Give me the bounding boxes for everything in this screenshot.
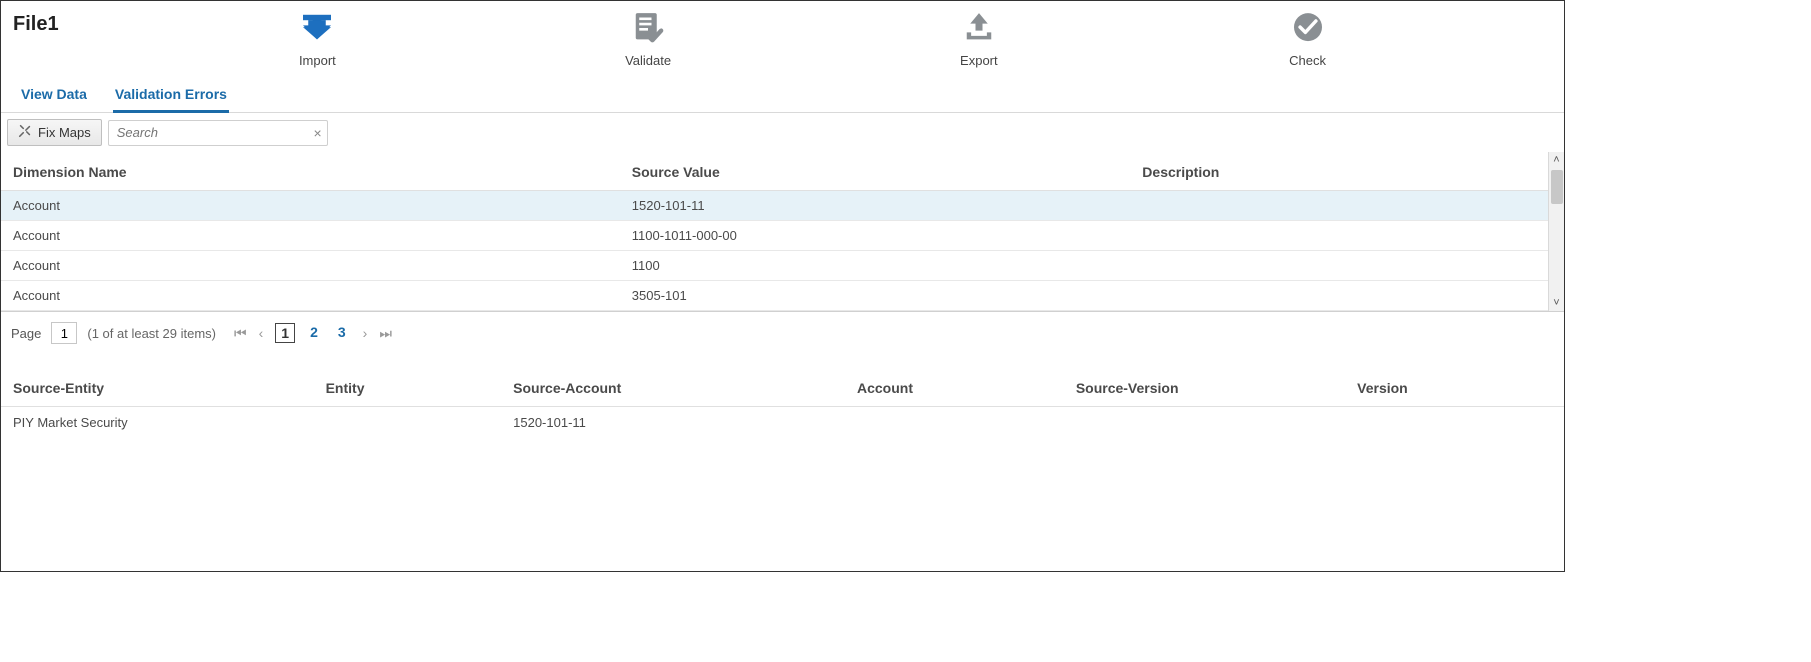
page-status: (1 of at least 29 items): [87, 326, 216, 341]
cell-source-entity: PIY Market Security: [1, 407, 314, 439]
validate-button[interactable]: Validate: [625, 9, 671, 68]
app-frame: File1 Import Validate: [0, 0, 1565, 572]
page-2[interactable]: 2: [305, 323, 323, 343]
cell-dimension: Account: [1, 191, 620, 221]
export-icon: [958, 9, 1000, 47]
prev-page-icon[interactable]: ‹: [259, 325, 264, 341]
table-row[interactable]: Account 1100-1011-000-00: [1, 221, 1548, 251]
page-1[interactable]: 1: [275, 323, 295, 343]
col-source-version[interactable]: Source-Version: [1064, 370, 1345, 407]
errors-table: Dimension Name Source Value Description …: [1, 152, 1548, 311]
scroll-up-icon[interactable]: ˄: [1551, 152, 1561, 168]
col-source-account[interactable]: Source-Account: [501, 370, 845, 407]
page-label: Page: [11, 326, 41, 341]
fix-maps-button[interactable]: Fix Maps: [7, 119, 102, 146]
search-wrap: ×: [108, 120, 328, 146]
col-description[interactable]: Description: [1130, 152, 1548, 191]
import-label: Import: [299, 53, 336, 68]
cell-desc: [1130, 251, 1548, 281]
cell-account: [845, 407, 1064, 439]
first-page-icon[interactable]: ⏮: [234, 325, 247, 342]
cell-desc: [1130, 191, 1548, 221]
cell-source: 3505-101: [620, 281, 1131, 311]
search-clear-icon[interactable]: ×: [314, 125, 322, 141]
vertical-scrollbar[interactable]: ˄ ˅: [1548, 152, 1564, 311]
errors-table-region: Dimension Name Source Value Description …: [1, 152, 1564, 312]
cell-source: 1100-1011-000-00: [620, 221, 1131, 251]
cell-desc: [1130, 281, 1548, 311]
export-label: Export: [960, 53, 998, 68]
cell-desc: [1130, 221, 1548, 251]
scroll-thumb[interactable]: [1551, 170, 1563, 204]
col-entity[interactable]: Entity: [314, 370, 502, 407]
tab-validation-errors[interactable]: Validation Errors: [113, 80, 229, 113]
cell-source-version: [1064, 407, 1345, 439]
cell-dimension: Account: [1, 251, 620, 281]
check-label: Check: [1289, 53, 1326, 68]
page-nav: ⏮ ‹ 1 2 3 › ⏭: [234, 323, 392, 343]
validate-label: Validate: [625, 53, 671, 68]
fix-maps-label: Fix Maps: [38, 125, 91, 140]
scroll-down-icon[interactable]: ˅: [1551, 295, 1561, 311]
cell-version: [1345, 407, 1564, 439]
top-row: File1 Import Validate: [1, 1, 1564, 68]
cell-dimension: Account: [1, 221, 620, 251]
table-row[interactable]: Account 1100: [1, 251, 1548, 281]
table-row[interactable]: PIY Market Security 1520-101-11: [1, 407, 1564, 439]
page-3[interactable]: 3: [333, 323, 351, 343]
search-input[interactable]: [108, 120, 328, 146]
check-icon: [1287, 9, 1329, 47]
validate-icon: [627, 9, 669, 47]
page-numbers: 1 2 3: [275, 323, 350, 343]
export-button[interactable]: Export: [958, 9, 1000, 68]
table-row[interactable]: Account 1520-101-11: [1, 191, 1548, 221]
col-source-value[interactable]: Source Value: [620, 152, 1131, 191]
cell-source: 1100: [620, 251, 1131, 281]
detail-table: Source-Entity Entity Source-Account Acco…: [1, 370, 1564, 438]
col-source-entity[interactable]: Source-Entity: [1, 370, 314, 407]
col-version[interactable]: Version: [1345, 370, 1564, 407]
table-row[interactable]: Account 3505-101: [1, 281, 1548, 311]
cell-entity: [314, 407, 502, 439]
page-number-input[interactable]: [51, 322, 77, 344]
col-account[interactable]: Account: [845, 370, 1064, 407]
file-title: File1: [13, 9, 153, 36]
cell-source-account: 1520-101-11: [501, 407, 845, 439]
import-icon: [296, 9, 338, 47]
last-page-icon[interactable]: ⏭: [379, 325, 392, 342]
action-row: Fix Maps ×: [1, 113, 1564, 152]
next-page-icon[interactable]: ›: [363, 325, 368, 341]
cell-dimension: Account: [1, 281, 620, 311]
tools-icon: [18, 124, 32, 141]
workflow-toolbar: Import Validate Export: [153, 9, 1552, 68]
col-dimension-name[interactable]: Dimension Name: [1, 152, 620, 191]
tab-view-data[interactable]: View Data: [19, 80, 89, 112]
tabs: View Data Validation Errors: [1, 68, 1564, 113]
cell-source: 1520-101-11: [620, 191, 1131, 221]
paginator: Page (1 of at least 29 items) ⏮ ‹ 1 2 3 …: [1, 312, 1564, 362]
import-button[interactable]: Import: [296, 9, 338, 68]
check-button[interactable]: Check: [1287, 9, 1329, 68]
